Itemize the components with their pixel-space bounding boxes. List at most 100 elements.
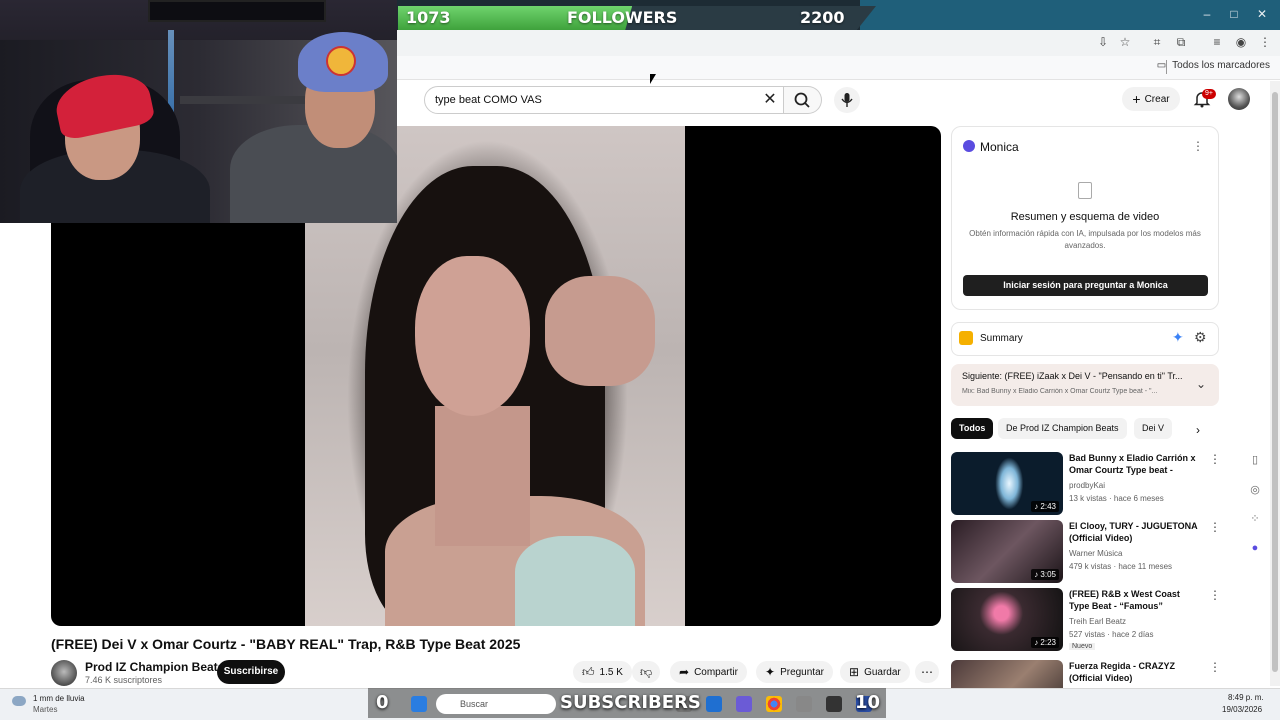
thumbs-down-icon: 👎︎	[640, 664, 653, 679]
ask-label: Preguntar	[780, 666, 824, 678]
chip-all[interactable]: Todos	[951, 418, 994, 439]
duration-badge: ♪ 3:05	[1031, 569, 1059, 580]
followers-label: FOLLOWERS	[567, 8, 678, 27]
book-icon[interactable]: ▯	[1247, 452, 1263, 468]
teams-icon[interactable]	[736, 696, 752, 712]
create-label: Crear	[1144, 93, 1170, 105]
related-channel[interactable]: Warner Música	[1069, 549, 1123, 558]
related-thumbnail[interactable]: ♪ 2:23	[951, 588, 1063, 651]
chrome-icon[interactable]	[766, 696, 782, 712]
related-channel[interactable]: Treih Earl Beatz	[1069, 617, 1126, 626]
monica-login-button[interactable]: Iniciar sesión para preguntar a Monica	[963, 275, 1208, 296]
monica-rail-icon[interactable]: ●	[1247, 540, 1263, 556]
translate-icon[interactable]: ⌗	[1148, 33, 1166, 51]
channel-avatar[interactable]	[51, 660, 77, 686]
search-box[interactable]	[424, 86, 784, 114]
related-video[interactable]: Fuerza Regida - CRAZYZ (Official Video) …	[951, 660, 1219, 688]
related-channel[interactable]: prodbyKai	[1069, 481, 1105, 490]
windows-start-icon[interactable]	[411, 696, 427, 712]
obs-icon[interactable]	[826, 696, 842, 712]
bookmarks-separator	[1166, 60, 1167, 74]
related-title[interactable]: (FREE) R&B x West Coast Type Beat - “Fam…	[1069, 588, 1199, 612]
all-bookmarks-folder[interactable]: ▭ Todos los marcadores	[1157, 60, 1270, 71]
ask-button[interactable]: ✦ Preguntar	[756, 661, 833, 683]
related-thumbnail[interactable]: ♪ 2:43	[951, 452, 1063, 515]
video-frame-face	[415, 256, 530, 416]
more-vertical-icon[interactable]: ⋮	[1209, 520, 1221, 534]
account-avatar[interactable]	[1228, 88, 1250, 110]
weather-text[interactable]: 1 mm de lluvia	[33, 694, 85, 703]
more-vertical-icon[interactable]: ⋮	[1209, 452, 1221, 466]
plus-icon: +	[1132, 91, 1141, 107]
chip-artist[interactable]: Dei V	[1134, 418, 1173, 439]
chevron-down-icon[interactable]: ⌄	[1196, 377, 1206, 391]
chevron-right-icon[interactable]: ›	[1196, 423, 1200, 437]
like-button[interactable]: 👍︎ 1.5 K	[573, 661, 632, 683]
search-button[interactable]	[784, 86, 822, 114]
related-thumbnail[interactable]	[951, 660, 1063, 688]
install-app-icon[interactable]: ⇩	[1094, 33, 1112, 51]
streamer-right-body	[230, 125, 397, 223]
minimize-icon[interactable]: –	[1192, 4, 1222, 24]
outlook-icon[interactable]	[706, 696, 722, 712]
related-video[interactable]: ♪ 2:23 (FREE) R&B x West Coast Type Beat…	[951, 588, 1221, 652]
settings-icon[interactable]	[796, 696, 812, 712]
clear-search-icon[interactable]: ✕	[760, 90, 780, 110]
related-video[interactable]: ♪ 2:43 Bad Bunny x Eladio Carrión x Omar…	[951, 452, 1221, 516]
target-icon[interactable]: ◎	[1247, 482, 1263, 498]
subscribe-button[interactable]: Suscribirse	[217, 660, 285, 684]
video-title: (FREE) Dei V x Omar Courtz - "BABY REAL"…	[51, 636, 521, 652]
browser-menu-icon[interactable]: ⋮	[1256, 33, 1274, 51]
duration-badge: ♪ 2:43	[1031, 501, 1059, 512]
subscribers-label: SUBSCRIBERS	[560, 692, 701, 713]
cap-logo	[326, 46, 356, 76]
more-vertical-icon[interactable]: ⋮	[1209, 588, 1221, 602]
monica-menu-icon[interactable]: ⋮	[1192, 139, 1204, 153]
reading-list-icon[interactable]: ≡	[1208, 33, 1226, 51]
dislike-button[interactable]: 👎︎	[632, 661, 661, 683]
bookmark-star-icon[interactable]: ☆	[1116, 33, 1134, 51]
followers-current: 1073	[406, 8, 451, 27]
related-title[interactable]: Fuerza Regida - CRAZYZ (Official Video)	[1069, 660, 1199, 684]
taskbar-search-label: Buscar	[460, 699, 489, 709]
apps-icon[interactable]: ⁘	[1247, 511, 1263, 527]
close-window-icon[interactable]: ✕	[1247, 4, 1277, 24]
more-vertical-icon[interactable]: ⋮	[1209, 660, 1219, 674]
duration-badge: ♪ 2:23	[1031, 637, 1059, 648]
search-input[interactable]	[435, 87, 755, 113]
save-label: Guardar	[864, 666, 901, 678]
more-actions-button[interactable]: ⋯	[915, 661, 939, 683]
chip-channel[interactable]: De Prod IZ Champion Beats	[998, 418, 1127, 439]
related-video[interactable]: ♪ 3:05 El Clooy, TURY - JUGUETONA (Offic…	[951, 520, 1221, 584]
channel-name[interactable]: Prod IZ Champion Beats	[85, 660, 224, 674]
thumbs-up-icon: 👍︎	[582, 664, 595, 679]
share-label: Compartir	[694, 666, 738, 678]
share-button[interactable]: ➦ Compartir	[670, 661, 747, 683]
save-button[interactable]: ⊞ Guardar	[840, 661, 910, 683]
duration-text: 2:23	[1040, 638, 1056, 647]
document-icon	[1078, 182, 1092, 199]
folder-icon: ▭	[1156, 60, 1167, 71]
ai-sparkle-icon[interactable]: ✦	[1172, 329, 1184, 346]
monica-description: Obtén información rápida con IA, impulsa…	[969, 229, 1201, 250]
webcam-monitor	[148, 0, 326, 22]
maximize-icon[interactable]: □	[1219, 4, 1249, 24]
profile-icon[interactable]: ◉	[1232, 33, 1250, 51]
related-thumbnail[interactable]: ♪ 3:05	[951, 520, 1063, 583]
rain-cloud-icon[interactable]	[12, 696, 26, 706]
create-button[interactable]: + Crear	[1122, 87, 1180, 111]
monica-logo-icon	[963, 140, 975, 152]
webcam-overlay	[0, 0, 397, 223]
voice-search-button[interactable]	[834, 87, 860, 113]
screen: – □ ✕ ⇩ ☆ ⌗ ⧉ ≡ ◉ ⋮ ▭ Todos los marcador…	[0, 0, 1280, 720]
next-up-subtitle: Mix: Bad Bunny x Eladio Carrión x Omar C…	[962, 388, 1158, 395]
clock-time[interactable]: 8:49 p. m.	[1228, 693, 1264, 702]
related-title[interactable]: Bad Bunny x Eladio Carrión x Omar Courtz…	[1069, 452, 1199, 476]
taskbar-search[interactable]: Buscar	[436, 694, 556, 714]
scrollbar-thumb[interactable]	[1272, 92, 1278, 672]
extensions-icon[interactable]: ⧉	[1172, 33, 1190, 51]
gear-icon[interactable]: ⚙	[1194, 329, 1207, 346]
clock-date[interactable]: 19/03/2026	[1222, 705, 1262, 714]
related-title[interactable]: El Clooy, TURY - JUGUETONA (Official Vid…	[1069, 520, 1199, 544]
related-meta: 527 vistas · hace 2 días	[1069, 630, 1154, 639]
